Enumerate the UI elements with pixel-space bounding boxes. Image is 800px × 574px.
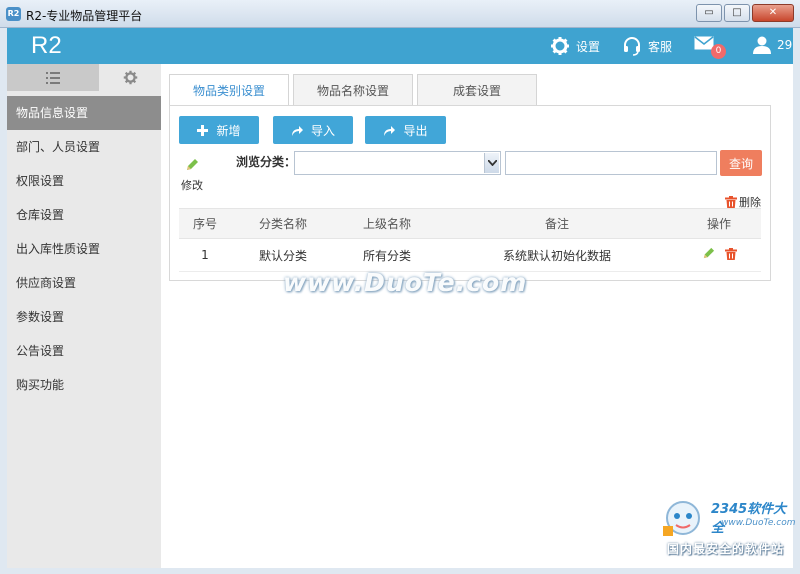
table-header-row: 序号 分类名称 上级名称 备注 操作 xyxy=(179,208,761,239)
minimize-button[interactable]: ▭ xyxy=(696,4,722,22)
cell-parent: 所有分类 xyxy=(333,238,437,272)
edit-tool[interactable]: 修改 xyxy=(178,158,206,193)
sidebar-item-warehouse[interactable]: 仓库设置 xyxy=(7,198,161,232)
gear-icon xyxy=(551,37,569,55)
watermark-duote: www.DuoTe.com xyxy=(283,268,528,297)
sidebar-item-announcements[interactable]: 公告设置 xyxy=(7,334,161,368)
header-settings-label: 设置 xyxy=(576,39,601,54)
sidebar-item-purchase[interactable]: 购买功能 xyxy=(7,368,161,402)
main-content: 物品类别设置 物品名称设置 成套设置 新增 导入 导出 修改 浏览分类： 查询 … xyxy=(161,64,796,568)
col-actions: 操作 xyxy=(677,208,761,239)
share-arrow-icon xyxy=(384,125,396,136)
trash-icon[interactable] xyxy=(724,247,737,260)
tab-set-settings[interactable]: 成套设置 xyxy=(417,74,537,106)
header-service-label: 客服 xyxy=(648,39,673,54)
sidebar-menu: 物品信息设置 部门、人员设置 权限设置 仓库设置 出入库性质设置 供应商设置 参… xyxy=(7,96,168,402)
app-logo: R2 xyxy=(31,32,62,59)
import-button[interactable]: 导入 xyxy=(273,116,353,144)
browse-category-label: 浏览分类： xyxy=(236,155,297,169)
export-button-label: 导出 xyxy=(403,123,428,138)
tab-category-settings[interactable]: 物品类别设置 xyxy=(169,74,289,107)
export-button[interactable]: 导出 xyxy=(365,116,446,144)
category-table: 序号 分类名称 上级名称 备注 操作 1 默认分类 所有分类 系统默认初始化数据 xyxy=(179,208,761,272)
sidebar-item-stock-types[interactable]: 出入库性质设置 xyxy=(7,232,161,266)
cell-note: 系统默认初始化数据 xyxy=(437,238,677,272)
sidebar-tab-menu[interactable] xyxy=(7,64,99,91)
add-button[interactable]: 新增 xyxy=(179,116,259,144)
sidebar-tabs xyxy=(7,64,161,91)
sidebar-item-suppliers[interactable]: 供应商设置 xyxy=(7,266,161,300)
sidebar-item-permissions[interactable]: 权限设置 xyxy=(7,164,161,198)
plus-icon xyxy=(197,124,209,136)
chevron-down-icon[interactable] xyxy=(484,153,499,173)
edit-tool-label: 修改 xyxy=(181,179,203,192)
gear-icon xyxy=(123,70,137,85)
app-icon: R2 xyxy=(6,7,21,21)
close-button[interactable]: ✕ xyxy=(752,4,794,22)
maximize-button[interactable]: □ xyxy=(724,4,750,22)
sidebar-tab-settings[interactable] xyxy=(99,64,161,91)
col-note: 备注 xyxy=(437,208,677,239)
category-select[interactable] xyxy=(294,151,501,175)
col-index: 序号 xyxy=(179,208,231,239)
col-name: 分类名称 xyxy=(231,208,333,239)
sidebar: 物品信息设置 部门、人员设置 权限设置 仓库设置 出入库性质设置 供应商设置 参… xyxy=(7,64,168,568)
window-titlebar: R2 R2-专业物品管理平台 ▭ □ ✕ xyxy=(0,0,800,28)
watermark-brand: 2345软件大全 xyxy=(711,502,787,536)
add-button-label: 新增 xyxy=(216,123,241,138)
mail-count-badge: 0 xyxy=(711,44,726,59)
trash-icon xyxy=(725,196,737,208)
header-user[interactable]: 29 xyxy=(753,36,792,54)
col-parent: 上级名称 xyxy=(333,208,437,239)
window-controls: ▭ □ ✕ xyxy=(696,4,794,22)
headset-icon xyxy=(624,37,640,56)
search-input[interactable] xyxy=(505,151,717,175)
pencil-icon[interactable] xyxy=(702,247,715,260)
table-row[interactable]: 1 默认分类 所有分类 系统默认初始化数据 xyxy=(179,238,761,272)
cell-actions xyxy=(677,238,761,272)
header-settings[interactable]: 设置 xyxy=(550,36,600,56)
watermark-url: www.DuoTe.com xyxy=(721,518,796,528)
sidebar-item-parameters[interactable]: 参数设置 xyxy=(7,300,161,334)
window-title: R2-专业物品管理平台 xyxy=(26,9,143,23)
share-arrow-icon xyxy=(291,125,303,136)
header-mail[interactable]: 0 xyxy=(694,36,726,59)
tab-name-settings[interactable]: 物品名称设置 xyxy=(293,74,413,106)
mascot-icon xyxy=(663,501,700,536)
cell-index: 1 xyxy=(179,238,231,272)
watermark-slogan: 国内最安全的软件站 xyxy=(667,542,785,556)
sidebar-item-item-info[interactable]: 物品信息设置 xyxy=(7,96,168,130)
cell-name: 默认分类 xyxy=(231,238,333,272)
user-icon xyxy=(753,36,771,54)
pencil-icon xyxy=(187,159,198,170)
sidebar-item-departments[interactable]: 部门、人员设置 xyxy=(7,130,161,164)
import-button-label: 导入 xyxy=(310,123,335,138)
list-icon xyxy=(46,71,60,84)
header-service[interactable]: 客服 xyxy=(622,36,672,56)
app-header: R2 设置 客服 0 29 xyxy=(7,28,793,64)
query-button[interactable]: 查询 xyxy=(720,150,762,176)
header-user-label: 29 xyxy=(777,38,793,52)
category-panel: 新增 导入 导出 修改 浏览分类： 查询 删除 序号 分类名称 上级名称 备注 … xyxy=(169,105,771,281)
watermark-2345: 2345软件大全 www.DuoTe.com 国内最安全的软件站 xyxy=(659,496,796,564)
